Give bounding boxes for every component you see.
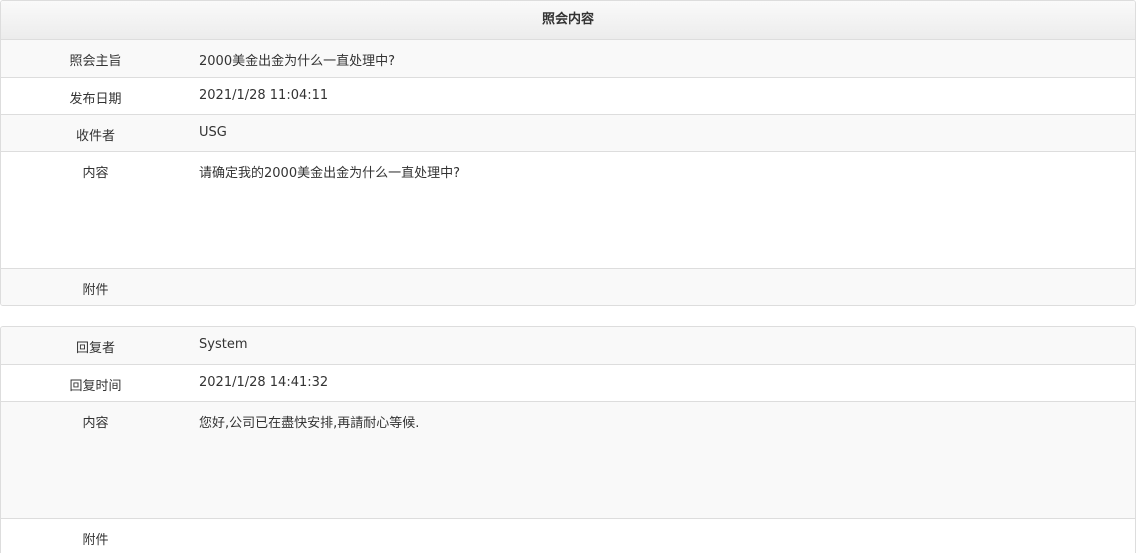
inquiry-content-label: 内容 <box>82 166 109 181</box>
reply-sender-row: 回复者 System <box>1 327 1135 364</box>
reply-time-row: 回复时间 2021/1/28 14:41:32 <box>1 364 1135 401</box>
panel-spacer <box>0 306 1136 326</box>
inquiry-subject-row: 照会主旨 2000美金出金为什么一直处理中? <box>1 40 1135 77</box>
inquiry-date-value: 2021/1/28 11:04:11 <box>199 88 329 103</box>
inquiry-recipient-value: USG <box>199 125 227 140</box>
inquiry-content-value: 请确定我的2000美金出金为什么一直处理中? <box>199 166 460 181</box>
inquiry-recipient-label: 收件者 <box>75 129 115 144</box>
inquiry-subject-value: 2000美金出金为什么一直处理中? <box>199 54 395 69</box>
inquiry-panel-header: 照会内容 <box>1 1 1135 40</box>
inquiry-attachment-value <box>190 269 1135 305</box>
reply-content-label: 内容 <box>82 416 109 431</box>
inquiry-attachment-label: 附件 <box>82 283 109 298</box>
inquiry-panel: 照会内容 照会主旨 2000美金出金为什么一直处理中? 发布日期 2021/1/… <box>0 0 1136 306</box>
inquiry-subject-label: 照会主旨 <box>69 54 122 69</box>
reply-attachment-value <box>190 519 1135 553</box>
reply-time-value: 2021/1/28 14:41:32 <box>199 375 329 390</box>
reply-attachment-label: 附件 <box>82 533 109 548</box>
reply-sender-value: System <box>199 337 248 352</box>
reply-time-label: 回复时间 <box>69 379 122 394</box>
inquiry-date-label: 发布日期 <box>69 92 122 107</box>
reply-attachment-row: 附件 <box>1 518 1135 553</box>
inquiry-attachment-row: 附件 <box>1 268 1135 305</box>
inquiry-content-row: 内容 请确定我的2000美金出金为什么一直处理中? <box>1 151 1135 268</box>
reply-content-row: 内容 您好,公司已在盡快安排,再請耐心等候. <box>1 401 1135 518</box>
inquiry-recipient-row: 收件者 USG <box>1 114 1135 151</box>
reply-sender-label: 回复者 <box>75 341 115 356</box>
reply-content-value: 您好,公司已在盡快安排,再請耐心等候. <box>199 416 420 431</box>
reply-panel: 回复者 System 回复时间 2021/1/28 14:41:32 内容 您好… <box>0 326 1136 553</box>
inquiry-date-row: 发布日期 2021/1/28 11:04:11 <box>1 77 1135 114</box>
